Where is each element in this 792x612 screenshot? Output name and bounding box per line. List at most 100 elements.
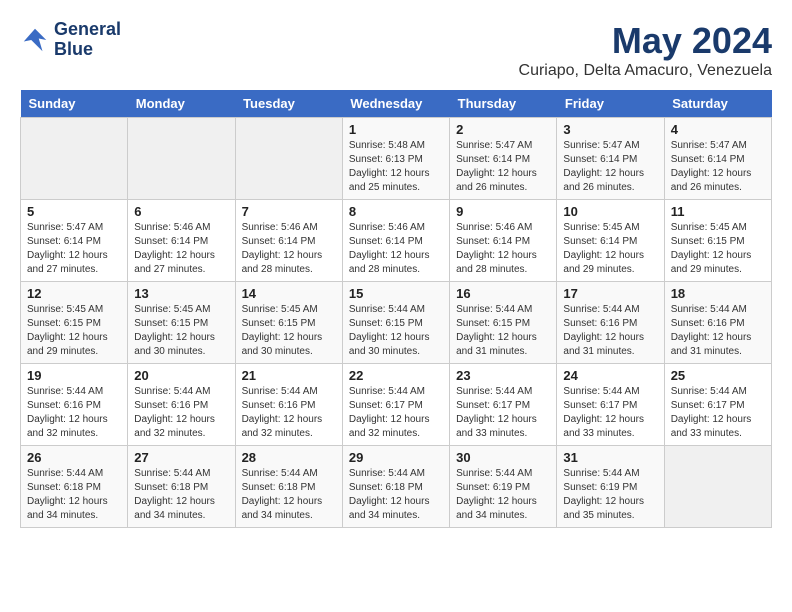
day-info: Sunrise: 5:44 AM Sunset: 6:17 PM Dayligh… <box>671 385 765 441</box>
day-number: 4 <box>671 122 765 137</box>
day-info: Sunrise: 5:46 AM Sunset: 6:14 PM Dayligh… <box>349 221 443 277</box>
day-number: 6 <box>134 204 228 219</box>
day-info: Sunrise: 5:44 AM Sunset: 6:15 PM Dayligh… <box>456 303 550 359</box>
day-number: 18 <box>671 286 765 301</box>
calendar-day-cell: 19Sunrise: 5:44 AM Sunset: 6:16 PM Dayli… <box>21 364 128 446</box>
page-subtitle: Curiapo, Delta Amacuro, Venezuela <box>519 62 772 80</box>
calendar-day-cell: 27 Sunrise: 5:44 AM Sunset: 6:18 PM Dayli… <box>128 446 235 528</box>
day-info: Sunrise: 5:46 AM Sunset: 6:14 PM Dayligh… <box>242 221 336 277</box>
day-number: 28 <box>242 450 336 465</box>
day-number: 8 <box>349 204 443 219</box>
calendar-header-cell: Sunday <box>21 90 128 118</box>
calendar-day-cell: 24 Sunrise: 5:44 AM Sunset: 6:17 PM Dayli… <box>557 364 664 446</box>
calendar-day-cell <box>664 446 771 528</box>
calendar-day-cell: 18 Sunrise: 5:44 AM Sunset: 6:16 PM Dayli… <box>664 282 771 364</box>
calendar-day-cell: 14 Sunrise: 5:45 AM Sunset: 6:15 PM Dayli… <box>235 282 342 364</box>
calendar-header-cell: Monday <box>128 90 235 118</box>
calendar-day-cell: 26Sunrise: 5:44 AM Sunset: 6:18 PM Dayli… <box>21 446 128 528</box>
page-title: May 2024 <box>519 20 772 62</box>
day-info: Sunrise: 5:44 AM Sunset: 6:17 PM Dayligh… <box>563 385 657 441</box>
day-info: Sunrise: 5:44 AM Sunset: 6:18 PM Dayligh… <box>134 467 228 523</box>
calendar-day-cell: 12Sunrise: 5:45 AM Sunset: 6:15 PM Dayli… <box>21 282 128 364</box>
day-info: Sunrise: 5:47 AM Sunset: 6:14 PM Dayligh… <box>27 221 121 277</box>
calendar-header-cell: Wednesday <box>342 90 449 118</box>
day-number: 16 <box>456 286 550 301</box>
calendar-week-row: 5 Sunrise: 5:47 AM Sunset: 6:14 PM Daylig… <box>21 200 772 282</box>
day-info: Sunrise: 5:44 AM Sunset: 6:17 PM Dayligh… <box>349 385 443 441</box>
calendar-day-cell <box>128 118 235 200</box>
calendar-day-cell: 13 Sunrise: 5:45 AM Sunset: 6:15 PM Dayli… <box>128 282 235 364</box>
day-number: 9 <box>456 204 550 219</box>
day-number: 20 <box>134 368 228 383</box>
day-info: Sunrise: 5:47 AM Sunset: 6:14 PM Dayligh… <box>456 139 550 195</box>
day-info: Sunrise: 5:45 AM Sunset: 6:15 PM Dayligh… <box>671 221 765 277</box>
title-block: May 2024 Curiapo, Delta Amacuro, Venezue… <box>519 20 772 80</box>
calendar-day-cell: 7 Sunrise: 5:46 AM Sunset: 6:14 PM Daylig… <box>235 200 342 282</box>
calendar-header-cell: Friday <box>557 90 664 118</box>
calendar-day-cell <box>235 118 342 200</box>
day-number: 19 <box>27 368 121 383</box>
day-info: Sunrise: 5:44 AM Sunset: 6:16 PM Dayligh… <box>671 303 765 359</box>
day-info: Sunrise: 5:44 AM Sunset: 6:19 PM Dayligh… <box>456 467 550 523</box>
day-info: Sunrise: 5:45 AM Sunset: 6:15 PM Dayligh… <box>134 303 228 359</box>
calendar-week-row: 19 Sunrise: 5:44 AM Sunset: 6:16 PM Dayli… <box>21 364 772 446</box>
calendar-day-cell: 11 Sunrise: 5:45 AM Sunset: 6:15 PM Dayli… <box>664 200 771 282</box>
day-info: Sunrise: 5:44 AM Sunset: 6:16 PM Dayligh… <box>134 385 228 441</box>
calendar-week-row: 12 Sunrise: 5:45 AM Sunset: 6:15 PM Dayli… <box>21 282 772 364</box>
day-number: 23 <box>456 368 550 383</box>
calendar-day-cell: 29Sunrise: 5:44 AM Sunset: 6:18 PM Dayli… <box>342 446 449 528</box>
calendar-day-cell: 17Sunrise: 5:44 AM Sunset: 6:16 PM Dayli… <box>557 282 664 364</box>
calendar-week-row: 26Sunrise: 5:44 AM Sunset: 6:18 PM Dayli… <box>21 446 772 528</box>
day-number: 31 <box>563 450 657 465</box>
day-number: 3 <box>563 122 657 137</box>
day-number: 25 <box>671 368 765 383</box>
day-info: Sunrise: 5:45 AM Sunset: 6:15 PM Dayligh… <box>242 303 336 359</box>
calendar-day-cell: 31 Sunrise: 5:44 AM Sunset: 6:19 PM Dayli… <box>557 446 664 528</box>
day-info: Sunrise: 5:45 AM Sunset: 6:14 PM Dayligh… <box>563 221 657 277</box>
calendar-header-cell: Saturday <box>664 90 771 118</box>
calendar-day-cell: 4 Sunrise: 5:47 AM Sunset: 6:14 PM Daylig… <box>664 118 771 200</box>
day-number: 10 <box>563 204 657 219</box>
calendar-header-cell: Tuesday <box>235 90 342 118</box>
day-info: Sunrise: 5:46 AM Sunset: 6:14 PM Dayligh… <box>134 221 228 277</box>
day-number: 12 <box>27 286 121 301</box>
calendar-day-cell: 25 Sunrise: 5:44 AM Sunset: 6:17 PM Dayli… <box>664 364 771 446</box>
page-header: General Blue May 2024 Curiapo, Delta Ama… <box>20 20 772 80</box>
day-number: 27 <box>134 450 228 465</box>
calendar-day-cell: 16 Sunrise: 5:44 AM Sunset: 6:15 PM Dayli… <box>450 282 557 364</box>
calendar-day-cell: 15Sunrise: 5:44 AM Sunset: 6:15 PM Dayli… <box>342 282 449 364</box>
day-info: Sunrise: 5:44 AM Sunset: 6:19 PM Dayligh… <box>563 467 657 523</box>
day-info: Sunrise: 5:47 AM Sunset: 6:14 PM Dayligh… <box>671 139 765 195</box>
calendar-day-cell: 2Sunrise: 5:47 AM Sunset: 6:14 PM Daylig… <box>450 118 557 200</box>
calendar-day-cell: 8 Sunrise: 5:46 AM Sunset: 6:14 PM Daylig… <box>342 200 449 282</box>
day-number: 30 <box>456 450 550 465</box>
day-number: 24 <box>563 368 657 383</box>
day-number: 22 <box>349 368 443 383</box>
logo-icon <box>20 25 50 55</box>
day-info: Sunrise: 5:44 AM Sunset: 6:16 PM Dayligh… <box>242 385 336 441</box>
day-number: 11 <box>671 204 765 219</box>
calendar-day-cell: 10 Sunrise: 5:45 AM Sunset: 6:14 PM Dayli… <box>557 200 664 282</box>
calendar-week-row: 1Sunrise: 5:48 AM Sunset: 6:13 PM Daylig… <box>21 118 772 200</box>
day-number: 21 <box>242 368 336 383</box>
day-number: 7 <box>242 204 336 219</box>
calendar-day-cell: 28 Sunrise: 5:44 AM Sunset: 6:18 PM Dayli… <box>235 446 342 528</box>
day-info: Sunrise: 5:48 AM Sunset: 6:13 PM Dayligh… <box>349 139 443 195</box>
calendar-day-cell: 22 Sunrise: 5:44 AM Sunset: 6:17 PM Dayli… <box>342 364 449 446</box>
day-info: Sunrise: 5:44 AM Sunset: 6:18 PM Dayligh… <box>242 467 336 523</box>
day-number: 13 <box>134 286 228 301</box>
day-number: 5 <box>27 204 121 219</box>
day-info: Sunrise: 5:46 AM Sunset: 6:14 PM Dayligh… <box>456 221 550 277</box>
calendar-header-row: SundayMondayTuesdayWednesdayThursdayFrid… <box>21 90 772 118</box>
logo-text: General Blue <box>54 20 121 60</box>
day-info: Sunrise: 5:44 AM Sunset: 6:18 PM Dayligh… <box>349 467 443 523</box>
day-number: 14 <box>242 286 336 301</box>
calendar-day-cell: 5 Sunrise: 5:47 AM Sunset: 6:14 PM Daylig… <box>21 200 128 282</box>
calendar-day-cell <box>21 118 128 200</box>
calendar-day-cell: 1Sunrise: 5:48 AM Sunset: 6:13 PM Daylig… <box>342 118 449 200</box>
calendar-day-cell: 23Sunrise: 5:44 AM Sunset: 6:17 PM Dayli… <box>450 364 557 446</box>
calendar-day-cell: 21 Sunrise: 5:44 AM Sunset: 6:16 PM Dayli… <box>235 364 342 446</box>
logo: General Blue <box>20 20 121 60</box>
day-info: Sunrise: 5:44 AM Sunset: 6:15 PM Dayligh… <box>349 303 443 359</box>
calendar-day-cell: 3Sunrise: 5:47 AM Sunset: 6:14 PM Daylig… <box>557 118 664 200</box>
